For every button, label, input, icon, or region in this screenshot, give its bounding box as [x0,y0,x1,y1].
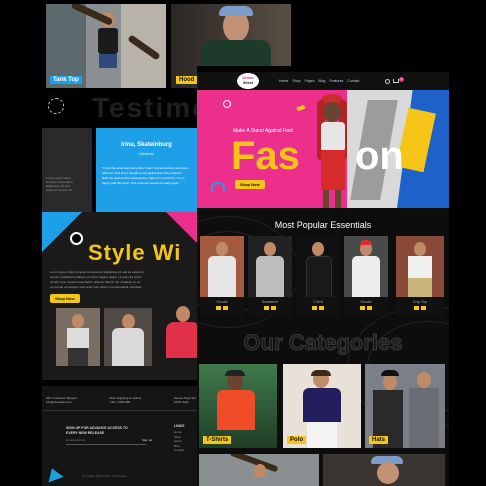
category-label: Polo [287,436,306,444]
testimonials-heading-strip: Testimo [42,92,197,124]
hero-title-left: Fas [231,134,300,178]
links-title: LINKS [174,424,185,428]
testimonials-heading: Testimo [92,92,197,123]
nav-home[interactable]: Home [279,79,288,83]
product-name: Crop Top [412,300,428,304]
product-card[interactable]: T-Shirt [296,236,340,316]
store-page: Free Shipping | Largest Collection Ever … [197,66,449,486]
tank-top-photo[interactable]: Tank Top [46,4,166,88]
category-label: T-Shirts [203,436,232,444]
category-card[interactable]: Hats [365,364,445,448]
popular-heading: Most Popular Essentials [274,220,372,230]
hero-shop-button[interactable]: Shop Now [235,180,265,189]
product-name: Hoodie [216,300,228,304]
copyright: Copyright 2024 Urban Streetwear [82,474,127,478]
style-section: Style Wi Lorem ipsum dolor sit amet cons… [42,212,197,380]
style-photo-3[interactable] [158,302,197,372]
product-name: T-Shirt [312,300,324,304]
style-photo-2[interactable] [104,308,152,366]
product-name: Hoodie [360,300,372,304]
nav-contact[interactable]: Contact [347,79,359,83]
category-label: Hats [369,436,389,444]
testimonial-card: Irina, Skateinburg Ukrainian "I love thi… [96,128,197,212]
product-card[interactable]: Crop Top [396,236,444,316]
tank-top-label: Tank Top [50,76,82,84]
style-photo-1[interactable] [56,308,100,366]
hero: Make A Stand Against Fast Fas on Shop No… [197,90,449,208]
footer-col3-line: 100% Safe [173,400,189,404]
product-card[interactable]: Hoodie [344,236,388,316]
product-name: Sweatshirt [261,300,279,304]
category-card[interactable]: T-Shirts [199,364,277,448]
hoodie-label: Hood [176,76,198,84]
signup-submit[interactable]: Sign up [142,438,152,442]
hero-title-right: on [355,134,404,178]
testimonial-left-card: Lorem ipsum dolor sit amet consectetur a… [42,128,92,212]
cart-count: 0 [399,77,404,82]
footer-link[interactable]: Contact [174,448,184,453]
testimonial-name: Irina, Skateinburg [121,142,172,148]
product-card[interactable]: Sweatshirt [248,236,292,316]
testimonial-left-line: eiusmod tempor inc [46,188,73,192]
logo[interactable]: Urban Street [237,73,259,89]
signup-subtitle: EVERY NEW RELEASE [66,431,105,435]
footer-col2-line: Call: 1-800-555 [109,400,131,404]
footer-col1-line: info@example.com [46,400,72,404]
search-icon[interactable] [385,79,390,84]
bottom-photo[interactable] [323,454,445,486]
style-shop-button[interactable]: Shop Now [50,294,80,303]
nav-pages[interactable]: Pages [305,79,315,83]
nav-shop[interactable]: Shop [292,79,300,83]
footer: 24/7 Customer Support info@example.com F… [42,386,197,486]
nav-blog[interactable]: Blog [318,79,325,83]
category-card[interactable]: Polo [283,364,361,448]
testimonial-line: happy with this shop. The customer servi… [102,181,181,185]
bottom-photo[interactable] [199,454,319,486]
style-heading: Style Wi [88,240,182,265]
categories-heading: Our Categories [243,330,403,356]
signup-title: SIGN UP FOR ADVANCE ACCESS TO [66,426,128,430]
product-card[interactable]: Hoodie [200,236,244,316]
hero-model [309,90,357,208]
logo-line2: Street [243,81,253,85]
signup-email-input[interactable]: Email address [66,438,146,445]
triangle-icon [44,465,64,483]
style-paragraph-line: commodo consequat. Duis aute irure dolor… [50,285,142,289]
testimonial-subtitle: Ukrainian [139,152,154,156]
nav-features[interactable]: Features [329,79,343,83]
header: Urban Street Home Shop Pages Blog Featur… [197,72,449,90]
